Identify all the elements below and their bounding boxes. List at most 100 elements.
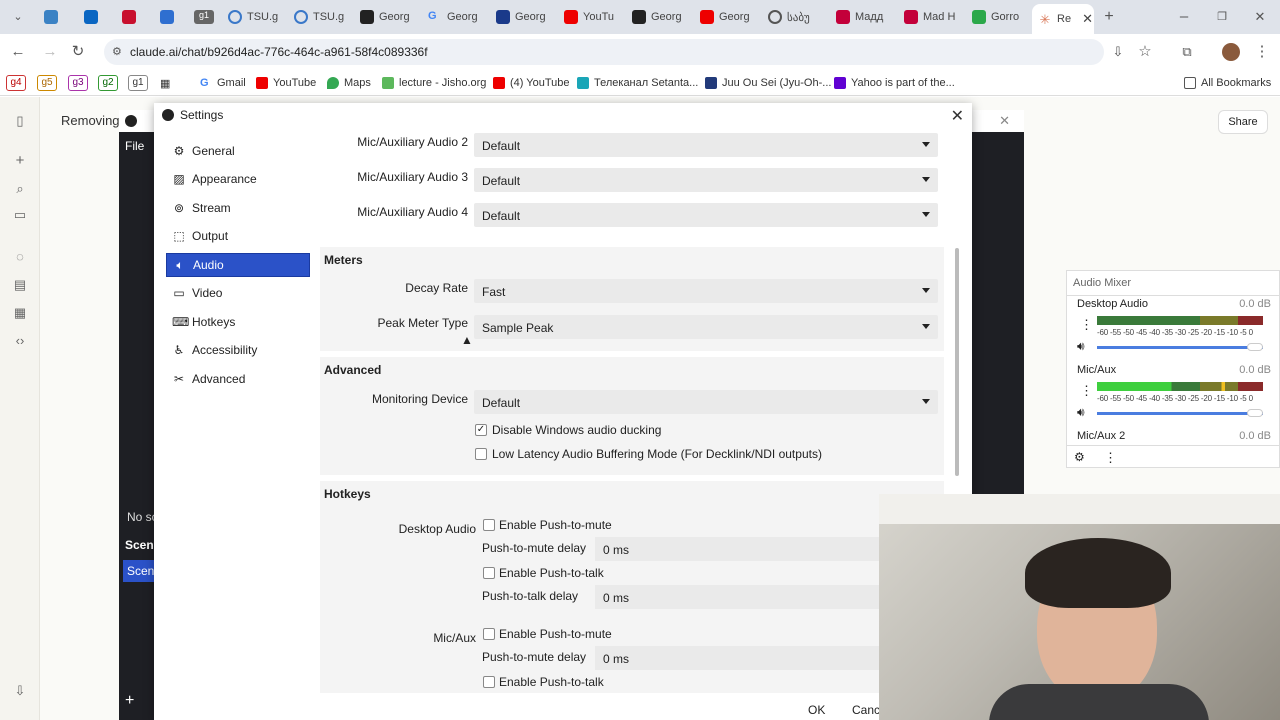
site-info-icon[interactable]: ⚙: [112, 45, 122, 58]
minimize-icon[interactable]: –: [1174, 7, 1194, 27]
bookmark-yahoo[interactable]: Yahoo is part of the...: [834, 75, 955, 91]
all-bookmarks[interactable]: All Bookmarks: [1184, 75, 1271, 91]
settings-close-icon[interactable]: ✕: [951, 106, 964, 126]
sidebar-item-audio[interactable]: 🔈︎ Audio: [166, 253, 310, 277]
obs-menu-file[interactable]: File: [125, 139, 144, 153]
share-button[interactable]: Share: [1218, 110, 1268, 134]
mic-aux-4-select[interactable]: Default: [474, 203, 938, 227]
obs-close-icon[interactable]: ✕: [999, 113, 1010, 129]
browser-tab[interactable]: Мадд: [830, 6, 898, 28]
bookmark-badge[interactable]: g4: [6, 75, 26, 91]
speaker-icon[interactable]: 🔊︎: [1077, 405, 1085, 420]
slider-handle[interactable]: [1247, 343, 1263, 351]
browser-tab[interactable]: Gorro: [966, 6, 1034, 28]
obs-add-scene-icon[interactable]: +: [125, 692, 134, 710]
decay-rate-select[interactable]: Fast: [474, 279, 938, 303]
mic-push-to-mute-checkbox[interactable]: [483, 628, 495, 640]
bookmark-youtube[interactable]: YouTube: [256, 75, 316, 91]
bookmark-star-icon[interactable]: ☆: [1135, 42, 1155, 62]
chat-title[interactable]: Removing: [61, 113, 120, 128]
bookmark-badge[interactable]: g1: [128, 75, 148, 91]
maximize-icon[interactable]: ❐: [1212, 7, 1232, 27]
artifacts-icon[interactable]: ▤: [12, 277, 28, 293]
browser-tab[interactable]: Georg: [626, 6, 694, 28]
bookmark-jisho[interactable]: lecture - Jisho.org: [382, 75, 486, 91]
close-tab-icon[interactable]: ✕: [1082, 11, 1093, 27]
bookmark-setanta[interactable]: Телеканал Setanta...: [577, 75, 698, 91]
download-icon[interactable]: ⇩: [12, 683, 28, 699]
sidebar-item-hotkeys[interactable]: ⌨ Hotkeys: [166, 310, 310, 334]
browser-tab[interactable]: g1: [188, 6, 220, 28]
mic-push-to-talk-checkbox[interactable]: [483, 676, 495, 688]
settings-scrollbar[interactable]: [955, 248, 959, 476]
bookmark-badge[interactable]: g3: [68, 75, 88, 91]
url-input[interactable]: ⚙ claude.ai/chat/b926d4ac-776c-464c-a961…: [104, 39, 1104, 65]
sidebar-item-output[interactable]: ⬚ Output: [166, 224, 310, 248]
browser-tab[interactable]: Georg: [694, 6, 762, 28]
browser-tab[interactable]: G Georg: [422, 6, 490, 28]
browser-tab-active[interactable]: ✳ Re ✕: [1032, 4, 1094, 34]
new-tab-icon[interactable]: +: [1099, 7, 1119, 27]
speaker-icon[interactable]: 🔊︎: [1077, 339, 1085, 354]
desktop-push-to-mute-checkbox[interactable]: [483, 519, 495, 531]
new-chat-icon[interactable]: +: [12, 153, 28, 169]
browser-tab[interactable]: Mad H: [898, 6, 966, 28]
sidebar-item-appearance[interactable]: ▨ Appearance: [166, 167, 310, 191]
tab-search-chevron-icon[interactable]: ⌄: [8, 7, 28, 27]
bookmark-juu-ou-sei[interactable]: Juu Ou Sei (Jyu-Oh-...: [705, 75, 831, 91]
browser-tab[interactable]: YouTu: [558, 6, 626, 28]
ducking-checkbox[interactable]: ✓: [475, 424, 487, 436]
channel-menu-icon[interactable]: ⋮: [1080, 383, 1093, 399]
projects-icon[interactable]: ▭: [12, 207, 28, 223]
forward-icon[interactable]: →: [40, 42, 60, 62]
sidebar-item-video[interactable]: ▭ Video: [166, 281, 310, 305]
bookmark-maps[interactable]: Maps: [327, 75, 371, 91]
profile-avatar[interactable]: [1222, 43, 1240, 61]
mic-volume-slider[interactable]: [1097, 412, 1263, 415]
mic-push-to-mute-delay-input[interactable]: 0 ms: [595, 646, 885, 670]
apps-grid-icon[interactable]: ▦: [160, 75, 170, 91]
advanced-audio-gear-icon[interactable]: ⚙: [1074, 450, 1085, 464]
peak-meter-type-select[interactable]: Sample Peak: [474, 315, 938, 339]
reload-icon[interactable]: ↻: [68, 42, 88, 62]
bookmark-gmail[interactable]: G Gmail: [200, 75, 246, 91]
obs-scene-item[interactable]: Scene: [123, 560, 161, 582]
low-latency-checkbox[interactable]: [475, 448, 487, 460]
code-icon[interactable]: ‹›: [12, 333, 28, 349]
chats-icon[interactable]: ◌: [12, 249, 28, 265]
mic-aux-2-select[interactable]: Default: [474, 133, 938, 157]
sidebar-item-stream[interactable]: ⊚ Stream: [166, 196, 310, 220]
desktop-volume-slider[interactable]: [1097, 346, 1263, 349]
bookmark-badge[interactable]: g2: [98, 75, 118, 91]
browser-tab[interactable]: საბუ: [762, 6, 830, 28]
sidebar-item-advanced[interactable]: ✂ Advanced: [166, 367, 310, 391]
mic-aux-3-select[interactable]: Default: [474, 168, 938, 192]
browser-tab[interactable]: [154, 6, 185, 28]
window-close-icon[interactable]: ✕: [1250, 7, 1270, 27]
extensions-icon[interactable]: ⧉: [1177, 42, 1197, 62]
desktop-push-to-mute-delay-input[interactable]: 0 ms: [595, 537, 885, 561]
bookmark-badge[interactable]: g5: [37, 75, 57, 91]
sidebar-item-general[interactable]: ⚙ General: [166, 139, 310, 163]
desktop-push-to-talk-checkbox[interactable]: [483, 567, 495, 579]
browser-tab[interactable]: [116, 6, 147, 28]
ok-button[interactable]: OK: [802, 699, 831, 720]
sidebar-toggle-icon[interactable]: ▯: [12, 113, 28, 129]
channel-menu-icon[interactable]: ⋮: [1080, 317, 1093, 333]
install-app-icon[interactable]: ⇩: [1108, 42, 1128, 62]
browser-tab[interactable]: [78, 6, 109, 28]
desktop-push-to-talk-delay-input[interactable]: 0 ms: [595, 585, 885, 609]
browser-tab[interactable]: [38, 6, 69, 28]
browser-tab[interactable]: TSU.g: [222, 6, 290, 28]
search-icon[interactable]: ⌕: [12, 181, 28, 197]
browser-tab[interactable]: Georg: [490, 6, 558, 28]
slider-handle[interactable]: [1247, 409, 1263, 417]
bookmark-youtube-4[interactable]: (4) YouTube: [493, 75, 570, 91]
browser-menu-icon[interactable]: ⋮: [1252, 42, 1272, 62]
sidebar-item-accessibility[interactable]: ♿︎ Accessibility: [166, 338, 310, 362]
browser-tab[interactable]: TSU.g: [288, 6, 356, 28]
mixer-menu-icon[interactable]: ⋮: [1104, 450, 1117, 466]
grid-icon[interactable]: ▦: [12, 305, 28, 321]
monitoring-device-select[interactable]: Default: [474, 390, 938, 414]
back-icon[interactable]: ←: [8, 42, 28, 62]
